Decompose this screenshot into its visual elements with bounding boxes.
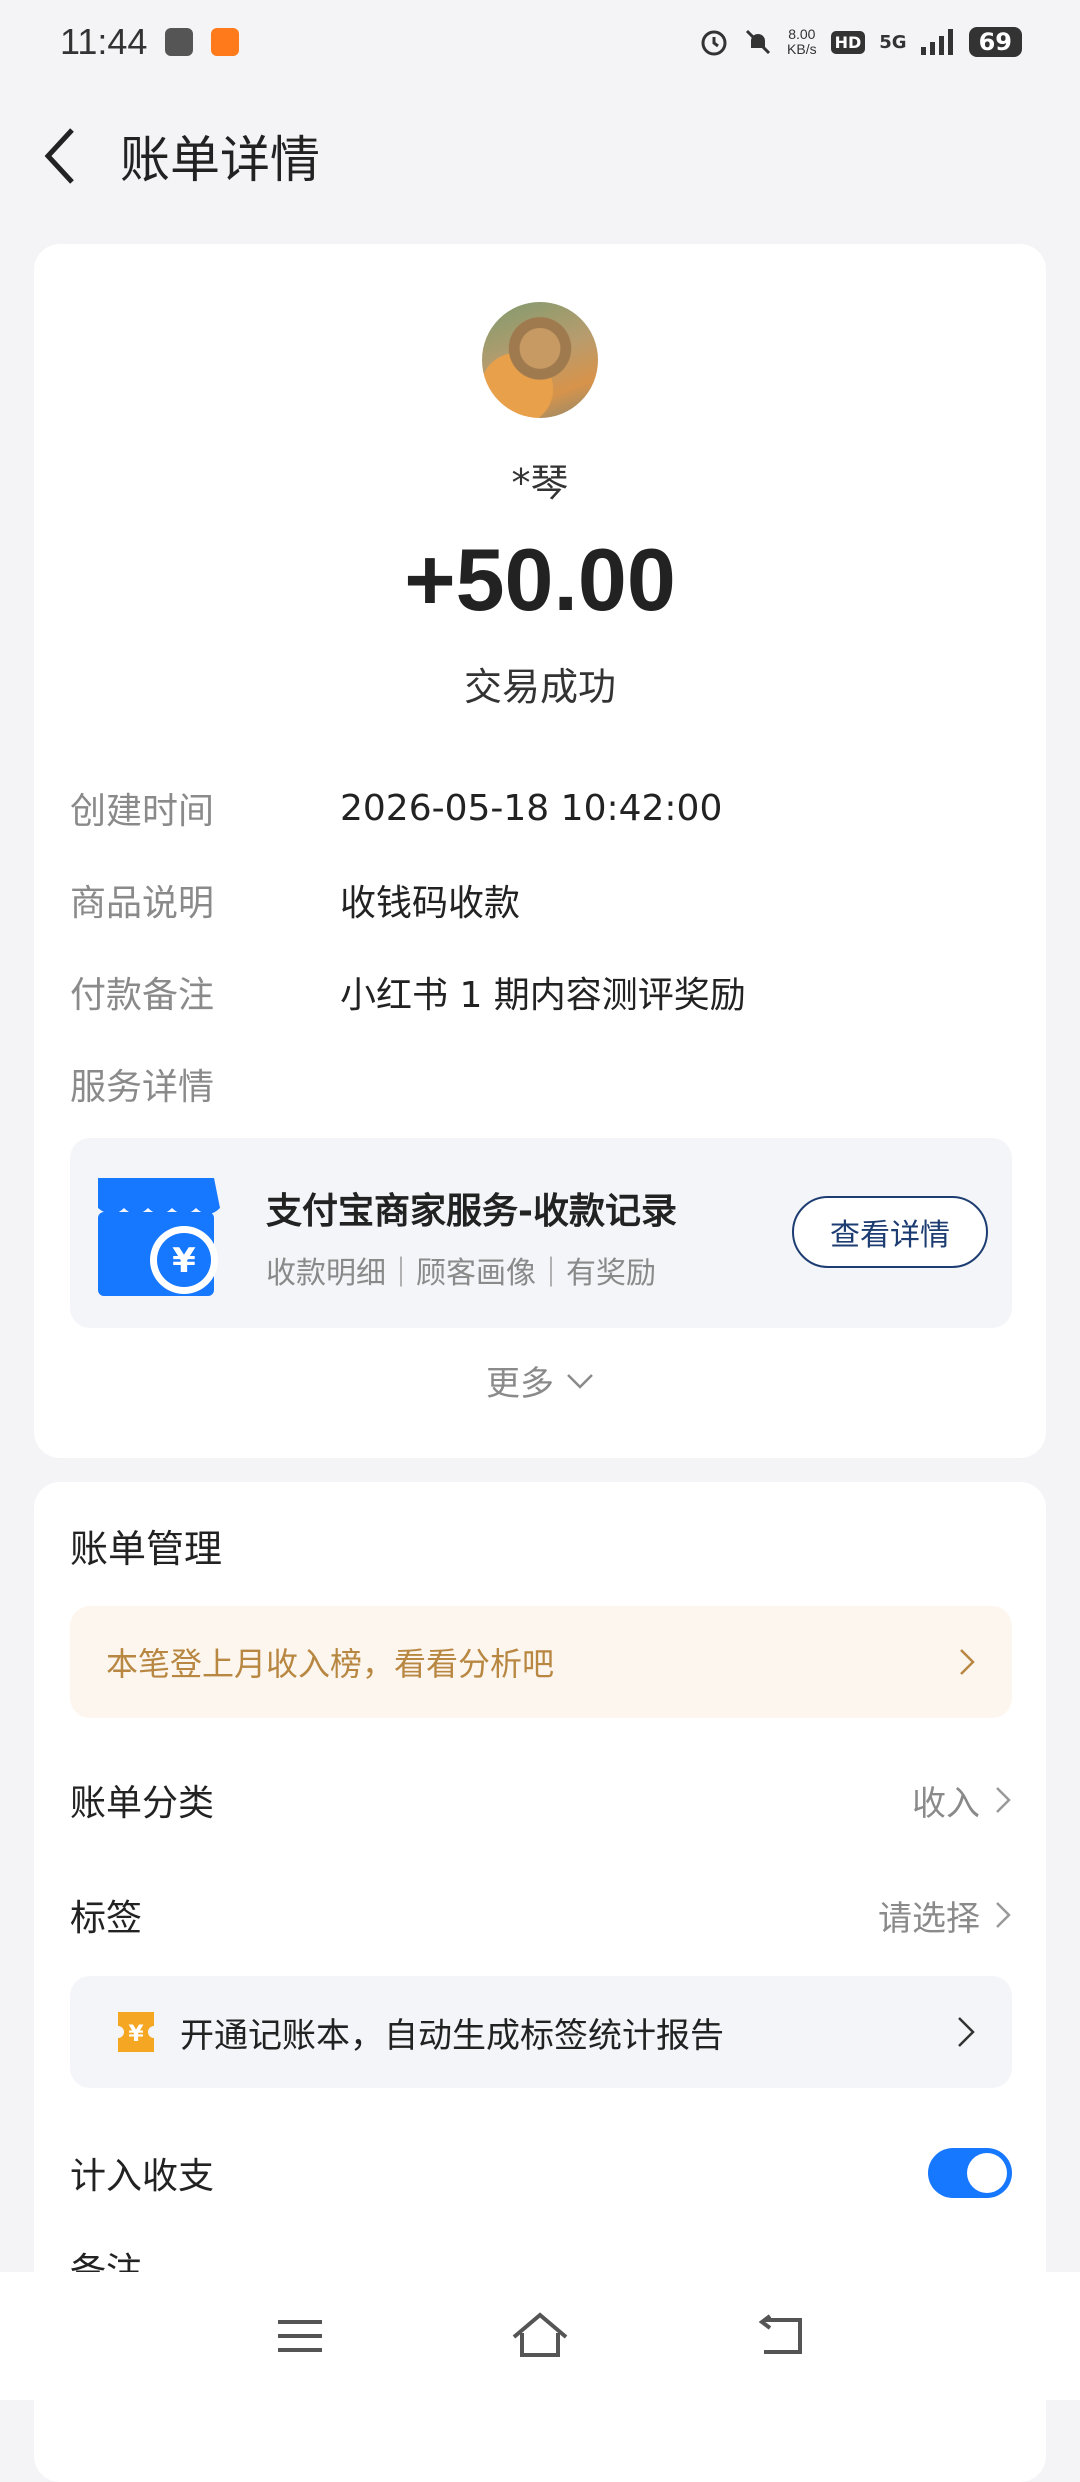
bill-category-row[interactable]: 账单分类 收入 [70,1765,1012,1835]
hd-badge: HD [830,30,866,54]
back-nav-button[interactable] [740,2296,820,2376]
detail-row-created-time: 创建时间 2026-05-18 10:42:00 [70,778,1010,838]
counterparty-name: *琴 [511,461,569,505]
detail-label: 付款备注 [70,975,215,1016]
detail-label: 服务详情 [70,1067,215,1108]
coupon-icon: ¥ [118,2012,154,2052]
tag-row[interactable]: 标签 请选择 [70,1880,1012,1950]
status-time: 11:44 [60,21,148,62]
more-label: 更多 [486,1364,554,1404]
row-value: 收入 [912,1783,980,1824]
alarm-icon [701,30,727,56]
detail-label: 创建时间 [70,791,215,832]
detail-value: 收钱码收款 [340,883,521,924]
detail-value: 2026-05-18 10:42:00 [340,787,723,829]
detail-label: 商品说明 [70,883,215,924]
menu-icon [278,2320,322,2352]
net-speed-unit: KB/s [787,41,817,57]
menu-button[interactable] [260,2296,340,2376]
section-title: 账单管理 [70,1527,223,1571]
view-details-button[interactable]: 查看详情 [792,1196,988,1268]
battery-indicator: 69 [968,27,1022,57]
promo-text: 开通记账本，自动生成标签统计报告 [180,2015,724,2056]
transaction-status: 交易成功 [463,665,616,709]
status-left: 11:44 [60,21,240,63]
income-ranking-banner[interactable]: 本笔登上月收入榜，看看分析吧 [70,1606,1012,1718]
net-speed-value: 8.00 [788,26,816,42]
chevron-left-icon [44,128,74,184]
shop-icon-symbol: ¥ [172,1241,196,1281]
status-right: 8.00 KB/s HD 5G 69 [699,27,1022,57]
service-subtitle: 收款明细｜顾客画像｜有奖励 [266,1256,656,1291]
transaction-card: *琴 +50.00 交易成功 创建时间 2026-05-18 10:42:00 … [34,244,1046,1458]
avatar[interactable] [482,302,598,418]
net-speed: 8.00 KB/s [787,27,817,57]
home-icon [512,2312,568,2357]
vivo-app-icon [165,28,194,56]
coupon-icon-symbol: ¥ [128,2022,144,2047]
back-button[interactable] [0,110,120,202]
detail-value: 小红书 1 期内容测评奖励 [340,975,746,1016]
chevron-right-icon [960,1649,975,1675]
detail-row-remark: 付款备注 小红书 1 期内容测评奖励 [70,962,1010,1022]
merchant-service-card[interactable]: ¥ 支付宝商家服务-收款记录 收款明细｜顾客画像｜有奖励 查看详情 [70,1138,1012,1328]
amount: +50.00 [404,530,676,629]
system-nav-bar [0,2272,1080,2400]
bookkeeping-promo[interactable]: ¥ 开通记账本，自动生成标签统计报告 [70,1976,1012,2088]
include-in-stats-toggle[interactable] [928,2148,1012,2198]
status-bar: 11:44 8.00 KB/s HD 5G 69 [0,0,1080,84]
back-arrow-icon [758,2314,802,2354]
banner-text: 本笔登上月收入榜，看看分析吧 [106,1645,555,1683]
row-label: 计入收支 [70,2156,215,2197]
chevron-down-icon [567,1373,593,1389]
row-label: 账单分类 [70,1783,215,1824]
chevron-right-icon [996,1902,1011,1928]
service-title: 支付宝商家服务-收款记录 [266,1191,677,1232]
network-type: 5G [879,31,907,53]
row-value: 请选择 [878,1898,980,1939]
bell-muted-icon [745,29,771,55]
row-label: 标签 [70,1898,143,1939]
home-button[interactable] [500,2296,580,2376]
shop-icon: ¥ [98,1178,220,1296]
taobao-app-icon [211,28,240,56]
toggle-knob [967,2153,1007,2193]
detail-row-service: 服务详情 [70,1054,1010,1114]
chevron-right-icon [996,1787,1011,1813]
chevron-right-icon [958,2017,975,2047]
more-button[interactable]: 更多 [34,1356,1046,1405]
include-in-stats-row: 计入收支 [70,2138,1012,2208]
page-title: 账单详情 [120,132,320,188]
signal-icon [920,29,953,55]
detail-row-product: 商品说明 收钱码收款 [70,870,1010,930]
header: 账单详情 [0,110,1080,202]
